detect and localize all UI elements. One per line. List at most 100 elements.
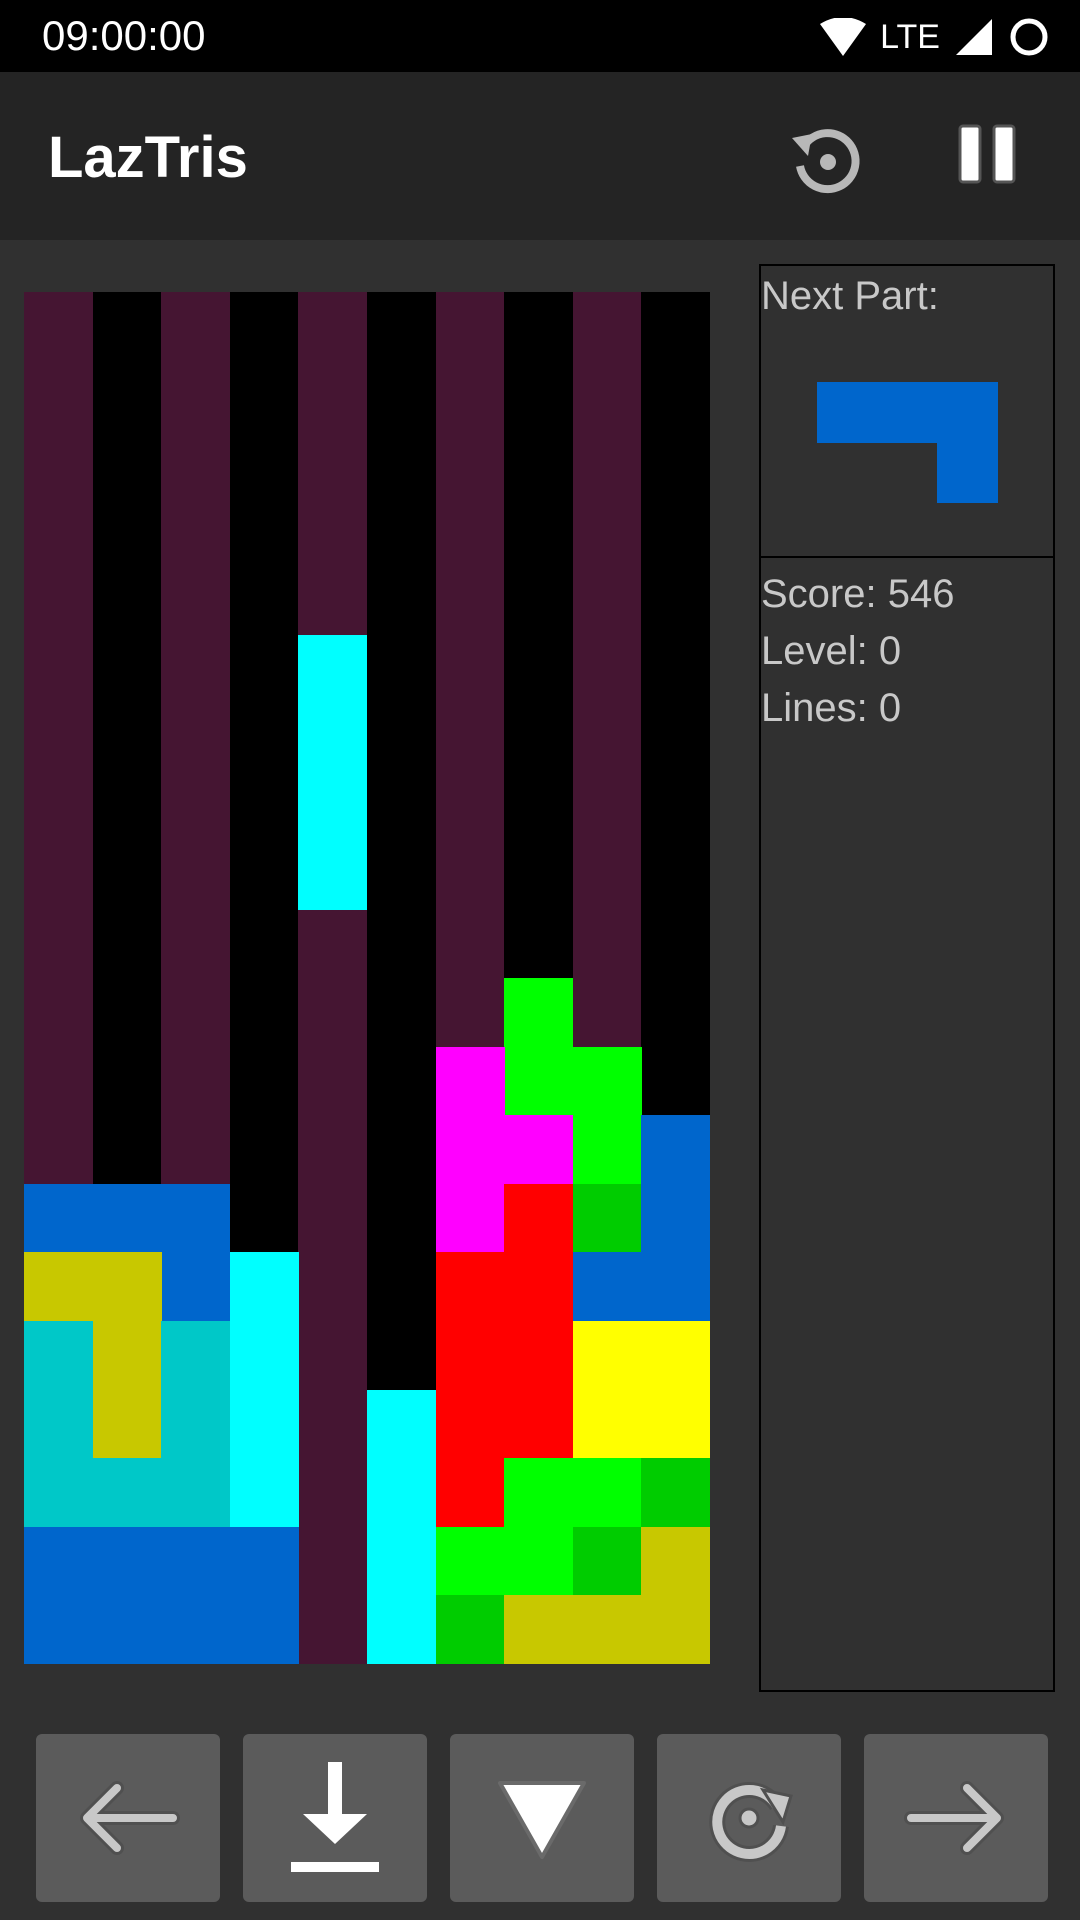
board-block <box>161 1183 231 1253</box>
signal-icon <box>956 19 992 55</box>
drop-to-bottom-icon <box>291 1762 379 1872</box>
control-bar <box>36 1734 1048 1902</box>
hard-drop-button[interactable] <box>243 1734 427 1902</box>
board-block <box>229 1321 299 1391</box>
board-block <box>504 1321 574 1391</box>
board-block <box>298 635 368 705</box>
board-block <box>641 1115 711 1185</box>
board-block <box>641 1183 711 1253</box>
board-block <box>504 1183 574 1253</box>
board-block <box>435 1389 505 1459</box>
board-block <box>367 1389 437 1459</box>
board-block <box>435 1595 505 1665</box>
pause-icon <box>958 124 1016 184</box>
board-block <box>161 1252 231 1322</box>
board-block <box>298 772 368 842</box>
board-block <box>504 1595 574 1665</box>
board-block <box>161 1526 231 1596</box>
rotate-clockwise-icon <box>709 1781 793 1862</box>
board-block <box>435 1321 505 1391</box>
board-block <box>367 1458 437 1528</box>
board-block <box>572 1183 642 1253</box>
board-block <box>504 1115 574 1185</box>
board-block <box>24 1321 94 1391</box>
board-block <box>24 1595 94 1665</box>
board-block <box>161 1458 231 1528</box>
board-block <box>92 1321 162 1391</box>
board-block <box>229 1389 299 1459</box>
board-block <box>435 1183 505 1253</box>
next-piece-block <box>937 382 998 443</box>
soft-drop-button[interactable] <box>450 1734 634 1902</box>
board-block <box>435 1046 505 1116</box>
board-block <box>641 1321 711 1391</box>
app-bar: LazTris <box>0 72 1080 240</box>
board-block <box>504 1526 574 1596</box>
wifi-icon <box>820 18 867 56</box>
board-block <box>572 1458 642 1528</box>
board-block <box>92 1252 162 1322</box>
next-piece-block <box>817 382 878 443</box>
board-block <box>92 1595 162 1665</box>
next-part-label: Next Part: <box>761 274 939 318</box>
next-piece-block <box>877 382 938 443</box>
board-block <box>161 1321 231 1391</box>
stats-block: Score: 546 Level: 0 Lines: 0 <box>761 566 954 737</box>
board-block <box>24 1458 94 1528</box>
restart-button[interactable] <box>786 120 866 200</box>
board-block <box>504 1389 574 1459</box>
board-block <box>641 1526 711 1596</box>
board-block <box>504 978 574 1048</box>
board-block <box>572 1046 642 1116</box>
rotate-button[interactable] <box>657 1734 841 1902</box>
board-block <box>298 840 368 910</box>
board-block <box>24 1526 94 1596</box>
status-icons: LTE <box>820 14 1050 60</box>
board-block <box>367 1595 437 1665</box>
board-block <box>572 1115 642 1185</box>
arrow-right-icon <box>904 1781 1004 1855</box>
board-block <box>229 1252 299 1322</box>
board-block <box>161 1389 231 1459</box>
move-left-button[interactable] <box>36 1734 220 1902</box>
pause-button[interactable] <box>956 122 1036 202</box>
board-block <box>435 1526 505 1596</box>
board-block <box>367 1526 437 1596</box>
board-block <box>161 1595 231 1665</box>
arrow-left-icon <box>80 1781 180 1855</box>
board-block <box>24 1389 94 1459</box>
game-board <box>24 292 711 1665</box>
board-block <box>504 1046 574 1116</box>
network-type-label: LTE <box>880 17 940 56</box>
score-text: Score: 546 <box>761 572 955 616</box>
next-piece-block <box>937 442 998 503</box>
board-block <box>229 1458 299 1528</box>
restart-icon <box>792 129 860 194</box>
board-block <box>572 1526 642 1596</box>
level-text: Level: 0 <box>761 629 902 673</box>
board-block <box>24 1183 94 1253</box>
board-block <box>504 1252 574 1322</box>
board-block <box>572 1595 642 1665</box>
panel-divider <box>761 556 1053 558</box>
battery-icon <box>1010 18 1048 56</box>
board-block <box>24 1252 94 1322</box>
app-title: LazTris <box>48 125 248 190</box>
board-block <box>92 1526 162 1596</box>
board-block <box>298 703 368 773</box>
board-block <box>92 1458 162 1528</box>
board-block <box>92 1183 162 1253</box>
board-block <box>641 1389 711 1459</box>
board-block <box>504 1458 574 1528</box>
board-block <box>641 1595 711 1665</box>
board-block <box>572 1321 642 1391</box>
triangle-down-icon <box>498 1781 586 1859</box>
board-block <box>92 1389 162 1459</box>
move-right-button[interactable] <box>864 1734 1048 1902</box>
board-block <box>572 1252 642 1322</box>
board-block <box>641 1252 711 1322</box>
status-time: 09:00:00 <box>42 12 206 59</box>
lines-text: Lines: 0 <box>761 686 902 730</box>
board-block <box>435 1115 505 1185</box>
board-block <box>435 1252 505 1322</box>
